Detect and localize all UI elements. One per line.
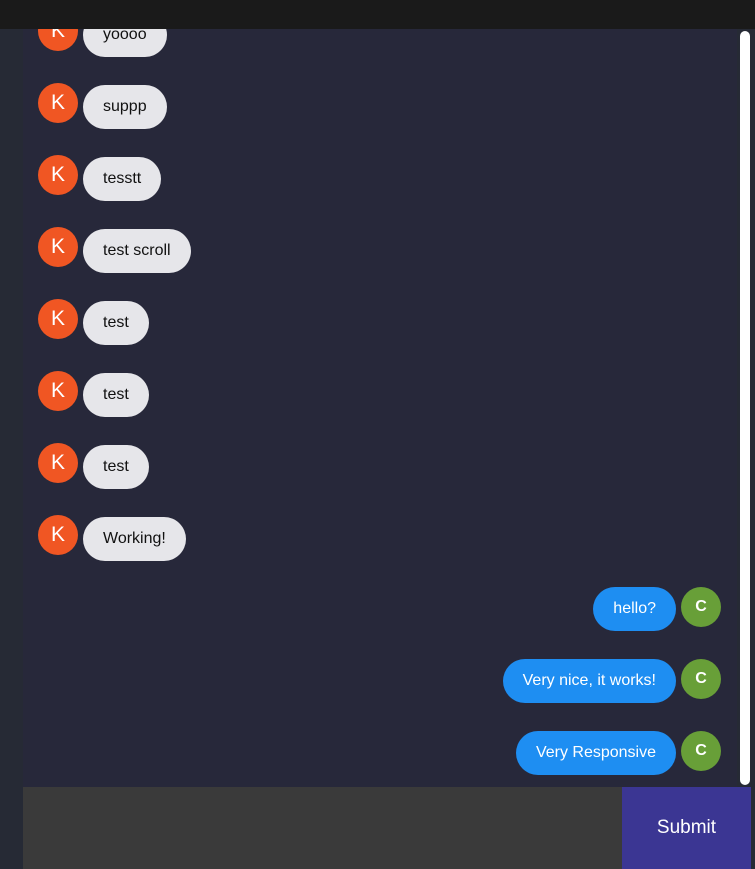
message-bubble: suppp bbox=[83, 85, 167, 129]
avatar: K bbox=[38, 83, 78, 123]
avatar: K bbox=[38, 155, 78, 195]
message-bubble: hello? bbox=[593, 587, 676, 631]
avatar: C bbox=[681, 587, 721, 627]
message-list[interactable]: K yoooo K suppp K tesstt K test scroll K… bbox=[23, 29, 737, 787]
message-bubble: test scroll bbox=[83, 229, 191, 273]
avatar: K bbox=[38, 443, 78, 483]
avatar: K bbox=[38, 227, 78, 267]
avatar: K bbox=[38, 299, 78, 339]
message-bubble: yoooo bbox=[83, 29, 167, 57]
avatar: K bbox=[38, 29, 78, 51]
message-bubble: tesstt bbox=[83, 157, 162, 201]
message-bubble: test bbox=[83, 373, 149, 417]
avatar: C bbox=[681, 659, 721, 699]
left-rail bbox=[0, 0, 23, 869]
top-bar bbox=[0, 0, 755, 29]
message-bubble: Working! bbox=[83, 517, 186, 561]
message-bubble: test bbox=[83, 445, 149, 489]
avatar: K bbox=[38, 371, 78, 411]
message-bubble: test bbox=[83, 301, 149, 345]
message-bubble: Very nice, it works! bbox=[502, 659, 676, 703]
scrollbar-thumb[interactable] bbox=[740, 31, 750, 785]
message-bubble: Very Responsive bbox=[515, 731, 676, 775]
submit-button[interactable]: Submit bbox=[622, 787, 751, 869]
message-input[interactable] bbox=[23, 787, 622, 869]
message-composer bbox=[23, 787, 622, 869]
avatar: K bbox=[38, 515, 78, 555]
right-strip bbox=[751, 787, 755, 869]
avatar: C bbox=[681, 731, 721, 771]
